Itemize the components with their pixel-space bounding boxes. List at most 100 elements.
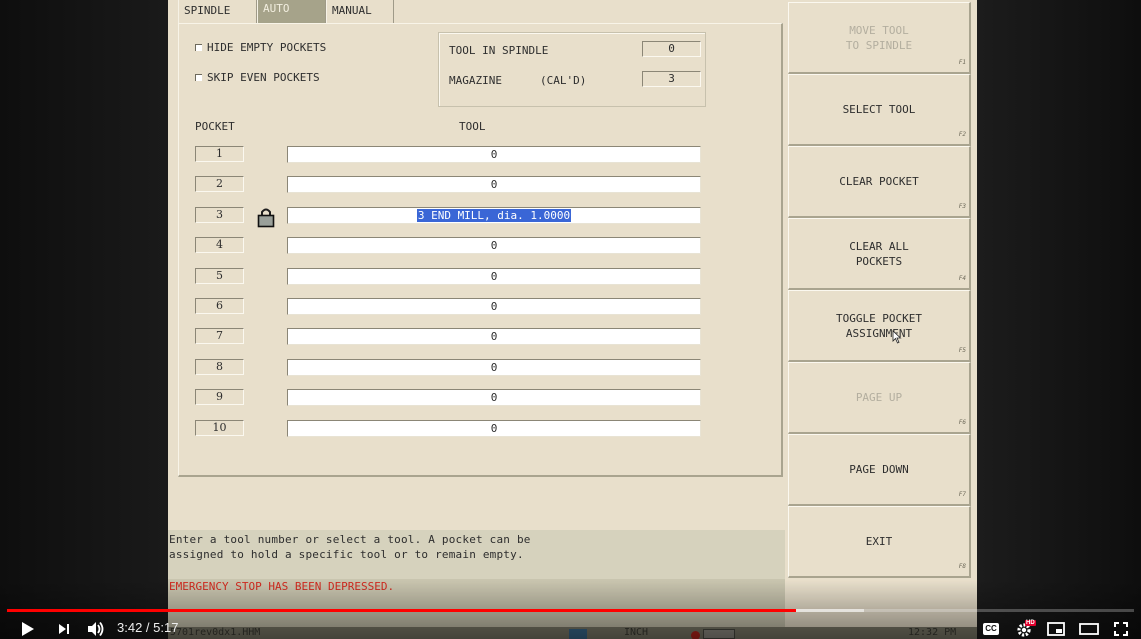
tool-in-spindle-label: TOOL IN SPINDLE	[449, 44, 549, 57]
tool-input[interactable]: 0	[287, 389, 701, 407]
tool-changer-panel: HIDE EMPTY POCKETS SKIP EVEN POCKETS TOO…	[178, 23, 783, 477]
magazine-value: 3	[642, 71, 701, 87]
tool-value: 0	[490, 269, 498, 283]
tab-spindle[interactable]: SPINDLE	[178, 0, 257, 24]
fkey-f1-button[interactable]: MOVE TOOL TO SPINDLE F1	[788, 2, 971, 74]
pocket-number: 8	[195, 358, 244, 375]
play-button[interactable]	[18, 619, 38, 639]
fkey-number: F7	[958, 491, 966, 498]
lock-icon[interactable]	[256, 206, 276, 228]
fkey-label: PAGE DOWN	[849, 463, 909, 476]
tool-value: 0	[490, 360, 498, 374]
fkey-label: EXIT	[865, 535, 893, 548]
fkey-f7-button[interactable]: PAGE DOWN F7	[788, 434, 971, 506]
pocket-number: 4	[195, 237, 244, 254]
cnc-screen: SPINDLE AUTO MANUAL HIDE EMPTY POCKETS S…	[168, 0, 977, 639]
skip-even-pockets-label: SKIP EVEN POCKETS	[207, 71, 320, 84]
tool-input[interactable]: 0	[287, 176, 701, 194]
tool-input[interactable]: 0	[287, 358, 701, 376]
fkey-number: F1	[958, 59, 966, 66]
theater-mode-button[interactable]	[1078, 619, 1100, 639]
tool-value: 0	[490, 178, 498, 192]
pocket-row: 20	[195, 176, 701, 194]
tool-input[interactable]: 0	[287, 267, 701, 285]
function-key-column: MOVE TOOL TO SPINDLE F1 SELECT TOOL F2 CLEAR…	[788, 2, 971, 578]
fullscreen-icon	[1114, 622, 1128, 636]
fkey-number: F5	[958, 347, 966, 354]
tool-value: 0	[490, 330, 498, 344]
video-time-display: 3:42 / 5:17	[117, 620, 179, 635]
tool-value: 0	[490, 148, 498, 161]
volume-button[interactable]	[86, 619, 106, 639]
hide-empty-pockets-label: HIDE EMPTY POCKETS	[207, 41, 327, 54]
tool-input[interactable]: 0	[287, 328, 701, 346]
fkey-number: F6	[958, 419, 966, 426]
tool-value: 0	[490, 239, 498, 253]
pocket-number: 7	[195, 328, 244, 345]
fkey-f3-button[interactable]: CLEAR POCKET F3	[788, 146, 971, 218]
magazine-label: MAGAZINE	[449, 74, 502, 87]
skip-even-pockets-checkbox[interactable]	[195, 74, 202, 81]
cc-icon: CC	[983, 623, 999, 635]
fkey-number: F3	[958, 203, 966, 210]
fkey-f2-button[interactable]: SELECT TOOL F2	[788, 74, 971, 146]
tool-input[interactable]: 0	[287, 146, 701, 163]
fullscreen-button[interactable]	[1112, 619, 1130, 639]
tab-manual[interactable]: MANUAL	[326, 0, 394, 24]
pocket-row: 10	[195, 146, 701, 163]
theater-mode-icon	[1079, 623, 1099, 635]
pocket-number: 6	[195, 298, 244, 314]
pocket-column-header: POCKET	[195, 120, 235, 133]
hide-empty-pockets-option[interactable]: HIDE EMPTY POCKETS	[195, 41, 326, 54]
video-letterbox-left	[0, 0, 168, 639]
pocket-row: 40	[195, 237, 701, 255]
settings-button[interactable]: HD	[1014, 619, 1036, 639]
captions-button[interactable]: CC	[982, 619, 1000, 639]
tool-value-selected: 3 END MILL, dia. 1.0000	[416, 208, 572, 222]
fkey-number: F4	[958, 275, 966, 282]
pocket-row: 10 0	[195, 419, 701, 437]
fkey-label: PAGE UP	[855, 391, 903, 404]
skip-next-icon	[59, 624, 69, 634]
fkey-f6-button[interactable]: PAGE UP F6	[788, 362, 971, 434]
fkey-label: CLEAR ALL POCKETS	[849, 239, 909, 268]
fkey-label: MOVE TOOL TO SPINDLE	[845, 23, 913, 52]
tool-value: 0	[490, 421, 498, 435]
tool-column-header: TOOL	[459, 120, 486, 133]
tool-input[interactable]: 3 END MILL, dia. 1.0000	[287, 206, 701, 224]
tab-bar: SPINDLE AUTO MANUAL	[178, 0, 394, 24]
pocket-number: 2	[195, 176, 244, 193]
skip-even-pockets-option[interactable]: SKIP EVEN POCKETS	[195, 71, 320, 84]
pocket-row: 90	[195, 389, 701, 407]
help-message: Enter a tool number or select a tool. A …	[169, 533, 531, 561]
pocket-row: 80	[195, 358, 701, 376]
tab-auto[interactable]: AUTO	[257, 0, 326, 24]
fkey-f4-button[interactable]: CLEAR ALL POCKETS F4	[788, 218, 971, 290]
hd-badge: HD	[1025, 620, 1036, 626]
next-button[interactable]	[55, 619, 73, 639]
fkey-number: F2	[958, 131, 966, 138]
video-progress-bar[interactable]	[7, 609, 1134, 612]
tool-in-spindle-value: 0	[642, 41, 701, 57]
pocket-row: 70	[195, 328, 701, 346]
pocket-number: 10	[195, 419, 244, 436]
magazine-calibrated-note: (CAL'D)	[540, 74, 587, 87]
hide-empty-pockets-checkbox[interactable]	[195, 44, 202, 51]
fkey-label: CLEAR POCKET	[839, 175, 919, 188]
fkey-f8-button[interactable]: EXIT F8	[788, 506, 971, 578]
fkey-label: TOGGLE POCKET ASSIGNMENT	[835, 311, 923, 340]
spindle-info-box: TOOL IN SPINDLE 0 MAGAZINE (CAL'D) 3	[438, 32, 706, 107]
tool-value: 0	[490, 300, 498, 313]
play-icon	[22, 622, 34, 636]
tool-input[interactable]: 0	[287, 298, 701, 315]
pocket-row: 60	[195, 298, 701, 315]
miniplayer-button[interactable]	[1046, 619, 1066, 639]
pocket-number: 3	[195, 206, 244, 223]
pocket-row: 50	[195, 267, 701, 285]
tool-input[interactable]: 0	[287, 419, 701, 437]
fkey-label: SELECT TOOL	[842, 103, 916, 116]
pocket-number: 1	[195, 146, 244, 162]
tool-input[interactable]: 0	[287, 237, 701, 255]
mouse-cursor-icon	[892, 330, 902, 344]
fkey-f5-button[interactable]: TOGGLE POCKET ASSIGNMENT F5	[788, 290, 971, 362]
